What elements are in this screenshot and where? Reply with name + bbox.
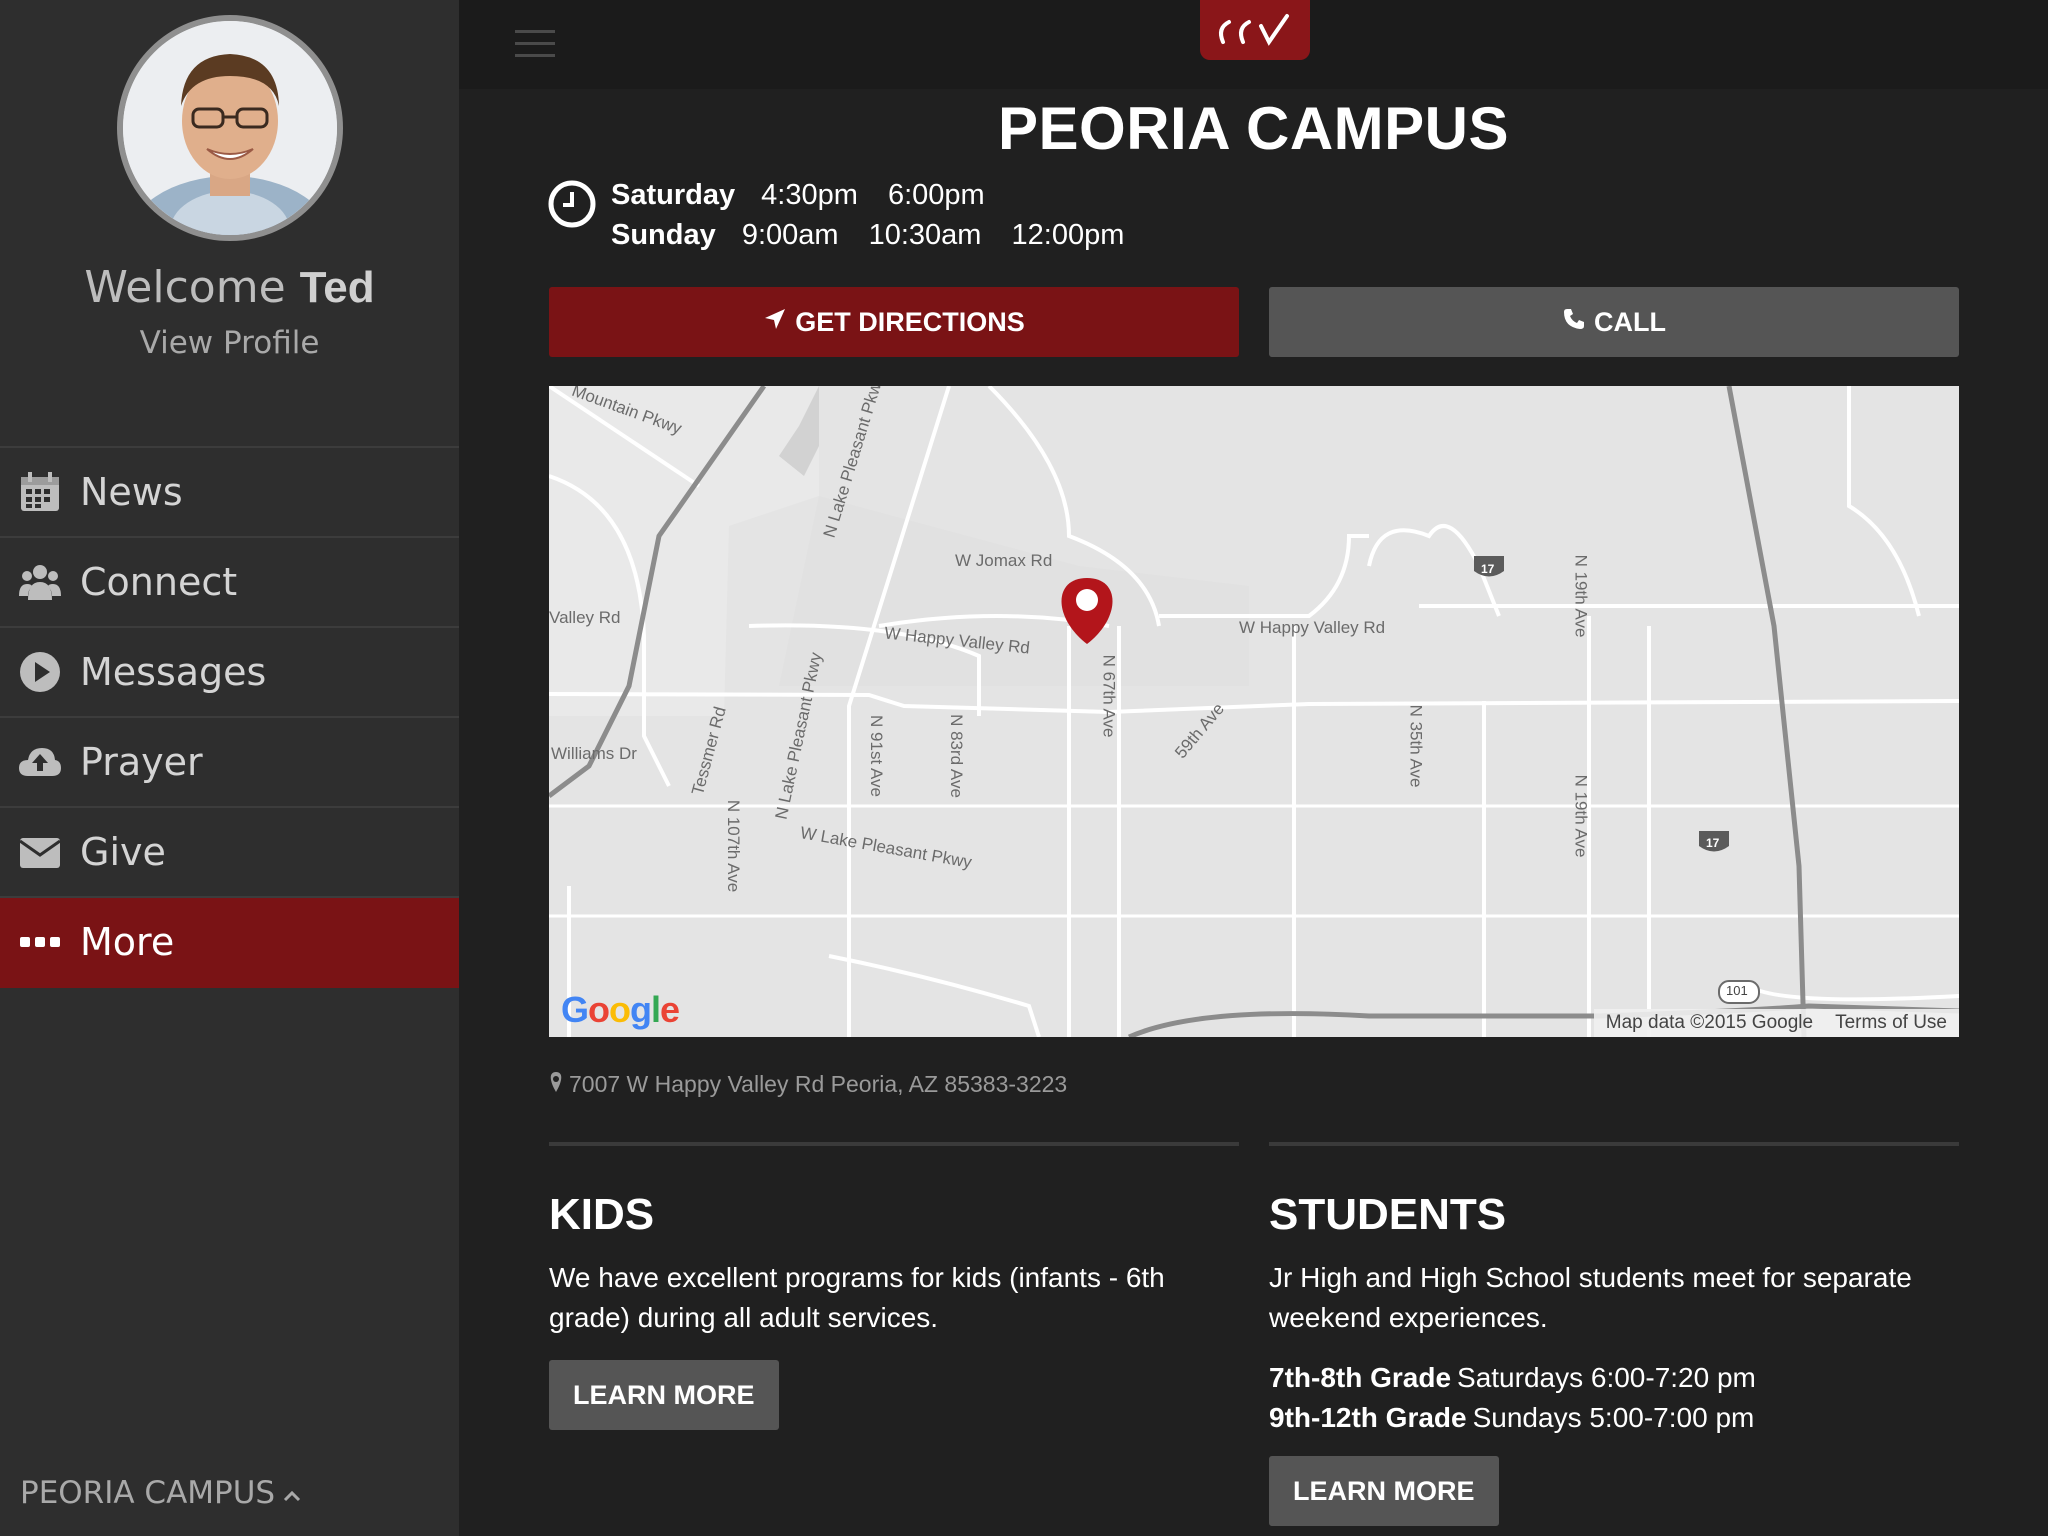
kids-description: We have excellent programs for kids (inf… <box>549 1262 1165 1333</box>
street-label: Valley Rd <box>549 608 621 627</box>
sidebar-item-messages[interactable]: Messages <box>0 628 459 718</box>
street-label: Williams Dr <box>551 744 637 763</box>
call-button[interactable]: CALL <box>1269 287 1959 357</box>
street-label: W Happy Valley Rd <box>1239 618 1386 637</box>
location-arrow-icon <box>763 307 787 338</box>
campus-switcher-label: PEORIA CAMPUS <box>20 1475 276 1511</box>
street-label: N 91st Ave <box>866 715 886 797</box>
sidebar-item-label: Messages <box>80 650 267 694</box>
street-label: N 35th Ave <box>1406 704 1426 788</box>
map-marker-icon <box>549 1071 563 1098</box>
service-day: Saturday <box>611 179 736 211</box>
grade-row: 9th-12th Grade Sundays 5:00-7:00 pm <box>1269 1398 1959 1438</box>
page-title: PEORIA CAMPUS <box>998 95 1509 162</box>
sidebar: Welcome Ted View Profile News Connect Me… <box>0 0 459 1536</box>
welcome-text: Welcome Ted <box>0 262 459 313</box>
top-bar <box>459 0 2048 89</box>
grade-label: 7th-8th Grade <box>1269 1362 1452 1393</box>
sidebar-item-label: Prayer <box>80 740 203 784</box>
view-profile-link[interactable]: View Profile <box>0 325 459 361</box>
sidebar-nav: News Connect Messages Prayer Give More <box>0 446 459 988</box>
clock-icon <box>548 180 596 228</box>
students-title: STUDENTS <box>1269 1190 1507 1239</box>
service-time: 9:00am <box>741 219 839 251</box>
get-directions-label: GET DIRECTIONS <box>795 306 1025 337</box>
grade-label: 9th-12th Grade <box>1269 1402 1467 1433</box>
grade-time: Saturdays 6:00-7:20 pm <box>1457 1362 1756 1393</box>
students-learn-more-button[interactable]: LEARN MORE <box>1269 1456 1499 1526</box>
campus-switcher[interactable]: PEORIA CAMPUS <box>20 1475 301 1511</box>
service-time: 10:30am <box>868 219 982 251</box>
welcome-label: Welcome <box>84 262 286 313</box>
service-time: 4:30pm <box>761 179 858 211</box>
sidebar-item-give[interactable]: Give <box>0 808 459 898</box>
hamburger-icon[interactable] <box>515 30 555 60</box>
get-directions-button[interactable]: GET DIRECTIONS <box>549 287 1239 357</box>
chevron-up-icon <box>283 1475 301 1511</box>
sidebar-item-label: More <box>80 920 175 964</box>
students-section: STUDENTS Jr High and High School student… <box>1269 1142 1959 1526</box>
service-time: 6:00pm <box>887 179 985 211</box>
street-label: N 19th Ave <box>1571 774 1591 858</box>
user-name: Ted <box>299 263 375 312</box>
sidebar-item-more[interactable]: More <box>0 898 459 988</box>
service-day: Sunday <box>611 219 716 251</box>
ellipsis-icon <box>0 897 80 987</box>
sidebar-item-label: Connect <box>80 560 238 604</box>
play-circle-icon <box>0 627 80 717</box>
highway-shield: 101 <box>1726 983 1748 998</box>
campus-map[interactable]: Mountain Pkwy N Lake Pleasant Pkwy W Jom… <box>549 386 1959 1037</box>
sidebar-item-news[interactable]: News <box>0 448 459 538</box>
grade-time: Sundays 5:00-7:00 pm <box>1472 1402 1755 1433</box>
kids-learn-more-button[interactable]: LEARN MORE <box>549 1360 779 1430</box>
address-text: 7007 W Happy Valley Rd Peoria, AZ 85383-… <box>569 1071 1068 1097</box>
highway-shield: 17 <box>1706 836 1720 850</box>
map-attribution: Map data ©2015 Google Terms of Use <box>1593 1009 1959 1037</box>
sidebar-item-prayer[interactable]: Prayer <box>0 718 459 808</box>
street-label: W Jomax Rd <box>955 551 1053 570</box>
grade-row: 7th-8th Grade Saturdays 6:00-7:20 pm <box>1269 1358 1959 1398</box>
calendar-icon <box>0 447 80 537</box>
street-label: N 83rd Ave <box>946 714 966 798</box>
envelope-icon <box>0 807 80 897</box>
map-data-text: Map data ©2015 Google <box>1605 1012 1814 1033</box>
kids-section: KIDS We have excellent programs for kids… <box>549 1142 1239 1430</box>
service-times-saturday: Saturday 4:30pm 6:00pm <box>611 179 1007 212</box>
service-times-sunday: Sunday 9:00am 10:30am 12:00pm <box>611 219 1146 252</box>
service-time: 12:00pm <box>1011 219 1125 251</box>
terms-of-use-link[interactable]: Terms of Use <box>1835 1012 1947 1034</box>
street-label: N 67th Ave <box>1099 654 1119 738</box>
sidebar-item-label: News <box>80 470 183 514</box>
campus-page: PEORIA CAMPUS Saturday 4:30pm 6:00pm Sun… <box>459 89 2048 1536</box>
kids-title: KIDS <box>549 1190 655 1239</box>
ccv-logo <box>1200 0 1310 60</box>
google-logo: Google <box>561 989 680 1030</box>
street-label: N 107th Ave <box>724 799 744 893</box>
phone-icon <box>1562 307 1586 338</box>
sidebar-item-connect[interactable]: Connect <box>0 538 459 628</box>
people-icon <box>0 537 80 627</box>
sidebar-item-label: Give <box>80 830 166 874</box>
campus-address[interactable]: 7007 W Happy Valley Rd Peoria, AZ 85383-… <box>549 1071 1067 1098</box>
call-label: CALL <box>1594 306 1666 337</box>
highway-shield: 17 <box>1481 562 1495 576</box>
cloud-upload-icon <box>0 717 80 807</box>
students-description: Jr High and High School students meet fo… <box>1269 1262 1912 1333</box>
street-label: N 19th Ave <box>1571 554 1591 638</box>
avatar[interactable] <box>117 15 343 241</box>
